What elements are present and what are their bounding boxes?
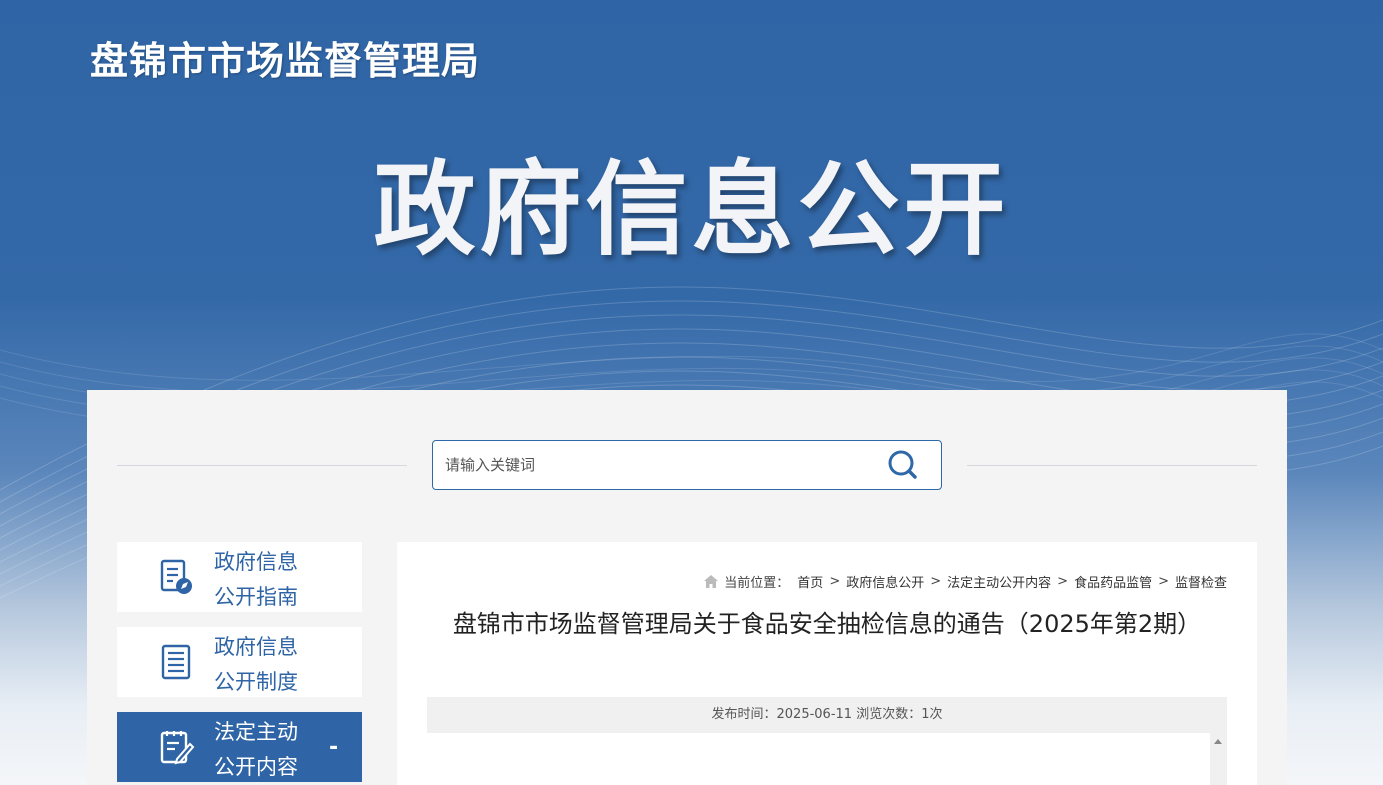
sidebar-item-label: 政府信息 公开指南: [214, 550, 298, 609]
home-icon: [704, 575, 719, 588]
list-document-icon: [161, 644, 191, 680]
collapse-toggle[interactable]: -: [329, 735, 338, 760]
main-panel: 政府信息 公开指南 政府信息 公开制度: [87, 390, 1287, 785]
sidebar-item-disclosure-system[interactable]: 政府信息 公开制度: [117, 627, 362, 697]
search-divider-left: [117, 465, 407, 466]
article-title: 盘锦市市场监督管理局关于食品安全抽检信息的通告（2025年第2期）: [452, 610, 1202, 638]
content-area: 当前位置： 首页 > 政府信息公开 > 法定主动公开内容 > 食品药品监管 > …: [397, 542, 1257, 785]
sidebar-item-statutory-content[interactable]: 法定主动 公开内容 -: [117, 712, 362, 782]
breadcrumb-food-drug[interactable]: 食品药品监管: [1074, 572, 1152, 591]
breadcrumb-separator: >: [930, 574, 942, 589]
breadcrumb: 当前位置： 首页 > 政府信息公开 > 法定主动公开内容 > 食品药品监管 > …: [704, 572, 1227, 591]
page: 盘锦市市场监督管理局 政府信息公开 请输入关键词 政府信息 公开指南 政府信息 …: [0, 0, 1383, 785]
breadcrumb-gov-info[interactable]: 政府信息公开: [846, 572, 924, 591]
breadcrumb-home[interactable]: 首页: [797, 572, 823, 591]
sidebar-item-disclosure-guide[interactable]: 政府信息 公开指南: [117, 542, 362, 612]
sidebar-item-label: 法定主动 公开内容: [214, 720, 298, 779]
breadcrumb-inspection[interactable]: 监督检查: [1175, 572, 1227, 591]
search-divider-right: [967, 465, 1257, 466]
search-icon: [888, 450, 917, 479]
banner-title: 政府信息公开: [373, 151, 1010, 270]
search-box: [432, 440, 942, 490]
site-name[interactable]: 盘锦市市场监督管理局: [90, 30, 480, 85]
sidebar-item-label: 政府信息 公开制度: [214, 635, 298, 694]
guide-document-icon: [160, 559, 192, 594]
breadcrumb-separator: >: [829, 574, 841, 589]
search-input[interactable]: [445, 441, 865, 489]
article-meta: 发布时间：2025-06-11 浏览次数：1次: [427, 697, 1227, 733]
breadcrumb-prefix: 当前位置：: [724, 576, 790, 591]
breadcrumb-statutory[interactable]: 法定主动公开内容: [947, 572, 1051, 591]
scrollbar[interactable]: [1210, 733, 1227, 785]
edit-document-icon: [160, 731, 195, 765]
breadcrumb-separator: >: [1057, 574, 1069, 589]
search-button[interactable]: [885, 449, 921, 481]
breadcrumb-separator: >: [1158, 574, 1169, 589]
scroll-up-arrow-icon[interactable]: [1214, 739, 1222, 744]
